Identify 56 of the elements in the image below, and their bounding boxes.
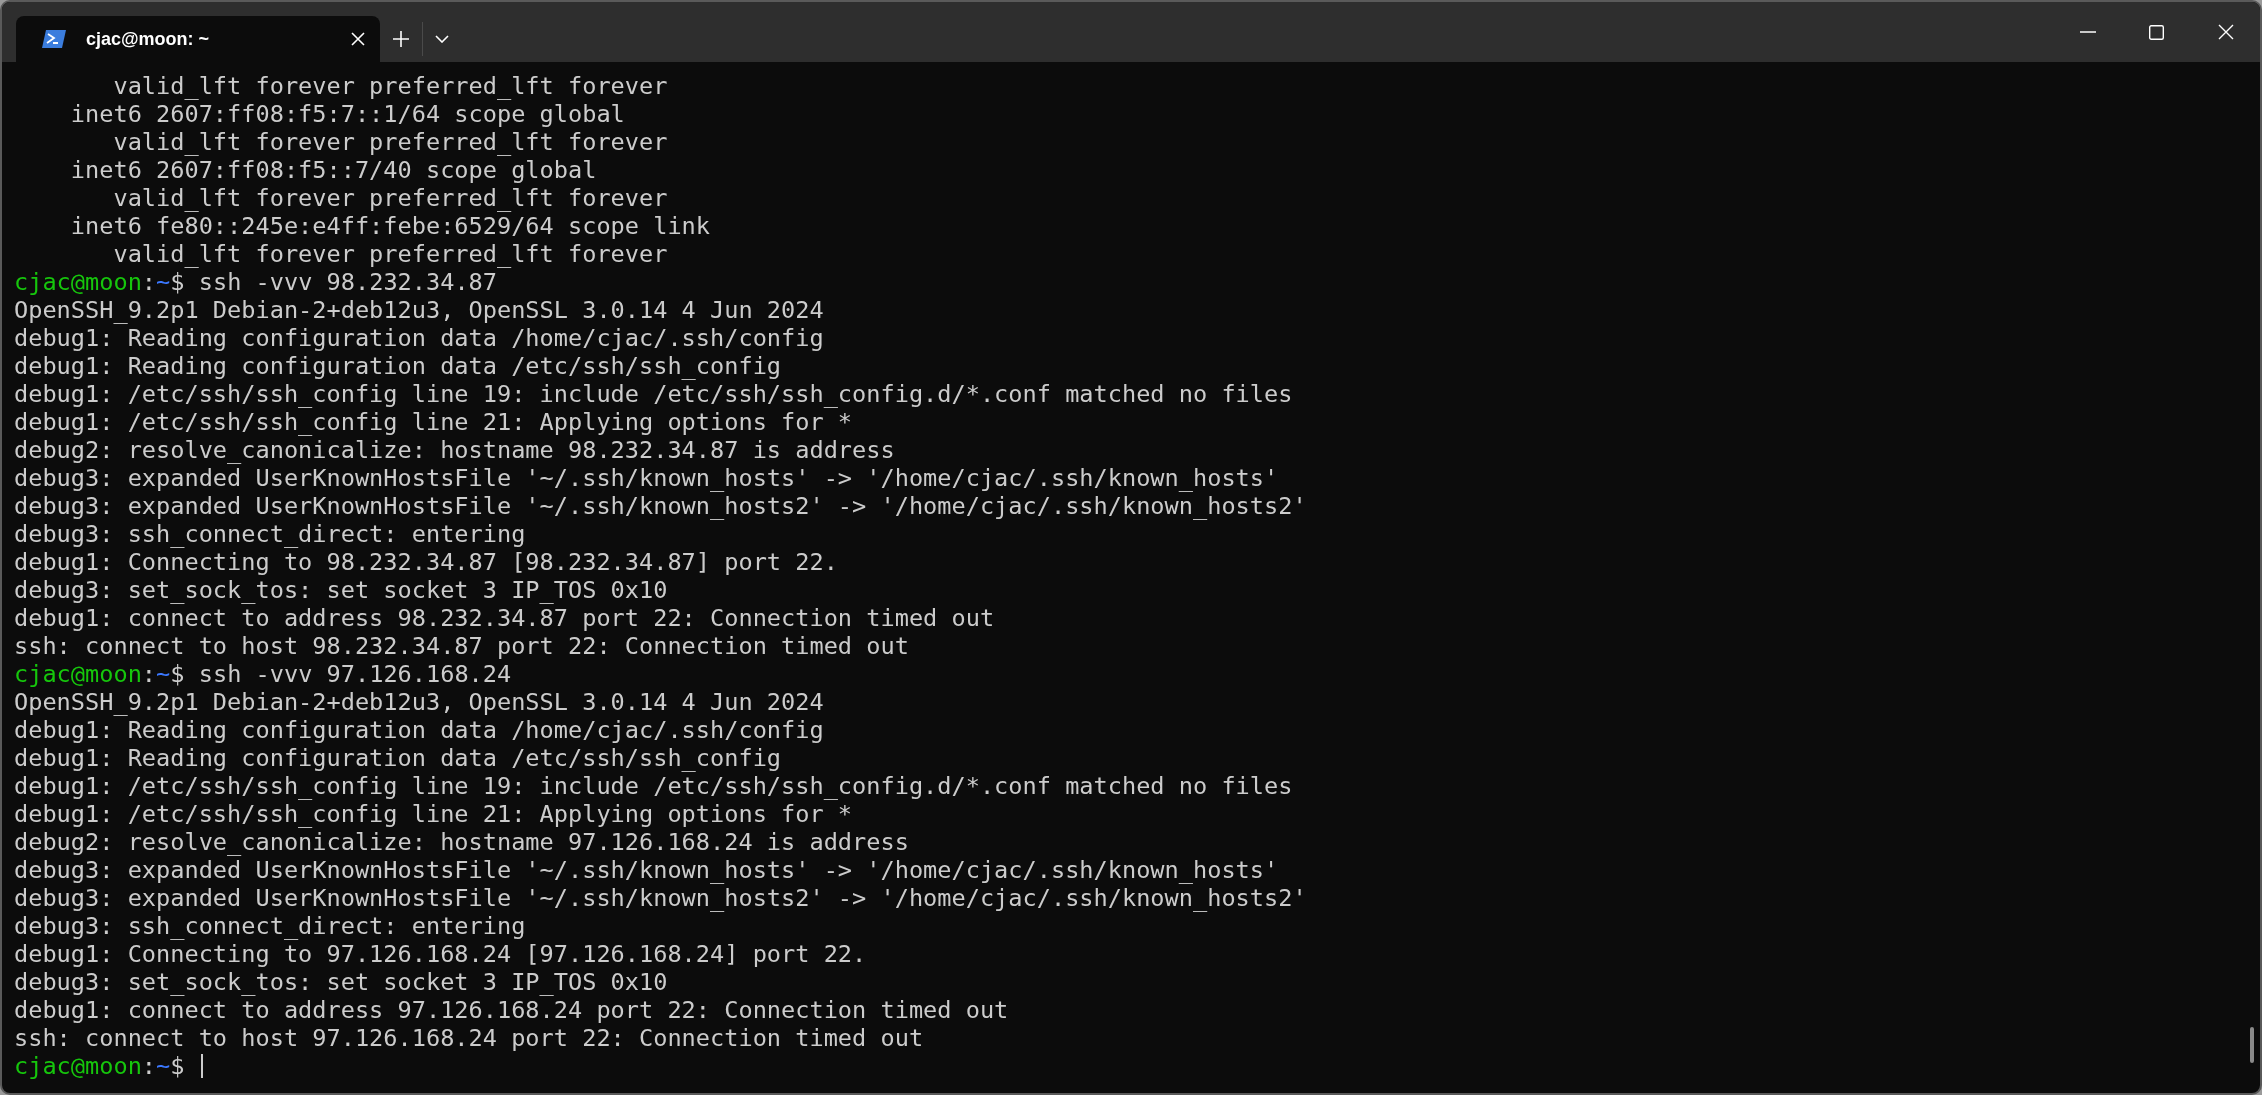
output-line: debug2: resolve_canonicalize: hostname 97.126.168.24 is address (14, 828, 909, 856)
output-line: debug3: ssh_connect_direct: entering (14, 520, 526, 548)
output-line: debug1: /etc/ssh/ssh_config line 21: Applying options for * (14, 408, 853, 436)
output-line: debug3: expanded UserKnownHostsFile '~/.ssh/known_hosts2' -> '/home/cjac/.ssh/known_hosts2' (14, 884, 1307, 912)
output-line: debug1: Reading configuration data /etc/ssh/ssh_config (14, 352, 782, 380)
output-line: debug3: set_sock_tos: set socket 3 IP_TOS 0x10 (14, 576, 668, 604)
prompt-path: ~ (156, 1052, 171, 1080)
output-line: debug2: resolve_canonicalize: hostname 98.232.34.87 is address (14, 436, 895, 464)
output-line: debug3: set_sock_tos: set socket 3 IP_TOS 0x10 (14, 968, 668, 996)
output-line: debug1: Connecting to 97.126.168.24 [97.126.168.24] port 22. (14, 940, 867, 968)
maximize-icon (2149, 24, 2164, 40)
output-line: debug3: ssh_connect_direct: entering (14, 912, 526, 940)
output-line: debug1: Reading configuration data /home/cjac/.ssh/config (14, 324, 824, 352)
prompt-symbol: $ (170, 1052, 185, 1080)
output-line: debug1: /etc/ssh/ssh_config line 19: include /etc/ssh/ssh_config.d/*.conf matched no files (14, 772, 1293, 800)
prompt-symbol: $ (170, 660, 185, 688)
output-line: inet6 2607:ff08:f5:7::1/64 scope global (69, 100, 625, 128)
output-line: inet6 fe80::245e:e4ff:febe:6529/64 scope link (69, 212, 711, 240)
new-tab-icon[interactable] (392, 30, 410, 48)
prompt-user: cjac@moon (14, 268, 142, 296)
output-line: debug1: Connecting to 98.232.34.87 [98.232.34.87] port 22. (14, 548, 838, 576)
output-line: OpenSSH_9.2p1 Debian-2+deb12u3, OpenSSL 3.0.14 4 Jun 2024 (14, 688, 824, 716)
prompt-separator: : (141, 1052, 157, 1080)
powershell-icon (42, 30, 66, 48)
output-line: debug1: /etc/ssh/ssh_config line 19: include /etc/ssh/ssh_config.d/*.conf matched no files (14, 380, 1293, 408)
output-line: ssh: connect to host 97.126.168.24 port 22: Connection timed out (14, 1024, 924, 1052)
output-line: valid_lft forever preferred_lft forever (112, 240, 668, 268)
prompt-symbol: $ (170, 268, 185, 296)
output-line: debug1: connect to address 97.126.168.24 port 22: Connection timed out (14, 996, 1009, 1024)
prompt-separator: : (141, 268, 157, 296)
terminal-tab[interactable]: cjac@moon: ~ (16, 16, 380, 62)
command-text: ssh -vvv 97.126.168.24 (198, 660, 512, 688)
close-tab-icon[interactable] (350, 31, 366, 47)
chevron-down-icon[interactable] (435, 35, 449, 43)
output-line: valid_lft forever preferred_lft forever (112, 128, 668, 156)
command-text: ssh -vvv 98.232.34.87 (198, 268, 498, 296)
prompt-path: ~ (156, 660, 171, 688)
output-line: debug1: Reading configuration data /etc/ssh/ssh_config (14, 744, 782, 772)
output-line: debug3: expanded UserKnownHostsFile '~/.ssh/known_hosts2' -> '/home/cjac/.ssh/known_hosts2' (14, 492, 1307, 520)
output-line: debug1: Reading configuration data /home/cjac/.ssh/config (14, 716, 824, 744)
close-icon (2217, 24, 2234, 40)
output-line: debug1: connect to address 98.232.34.87 port 22: Connection timed out (14, 604, 995, 632)
output-line: valid_lft forever preferred_lft forever (112, 72, 668, 100)
output-line: ssh: connect to host 98.232.34.87 port 22: Connection timed out (14, 632, 909, 660)
output-line: inet6 2607:ff08:f5::7/40 scope global (69, 156, 597, 184)
prompt-path: ~ (156, 268, 171, 296)
output-line: debug3: expanded UserKnownHostsFile '~/.ssh/known_hosts' -> '/home/cjac/.ssh/known_hosts' (14, 464, 1279, 492)
minimize-icon (2079, 31, 2096, 33)
scrollbar-thumb[interactable] (2250, 1027, 2254, 1063)
output-line: OpenSSH_9.2p1 Debian-2+deb12u3, OpenSSL 3.0.14 4 Jun 2024 (14, 296, 824, 324)
output-line: debug3: expanded UserKnownHostsFile '~/.ssh/known_hosts' -> '/home/cjac/.ssh/known_hosts' (14, 856, 1279, 884)
prompt-user: cjac@moon (14, 660, 142, 688)
output-line: valid_lft forever preferred_lft forever (112, 184, 668, 212)
prompt-user: cjac@moon (14, 1052, 142, 1080)
output-line: debug1: /etc/ssh/ssh_config line 21: Applying options for * (14, 800, 853, 828)
prompt-separator: : (141, 660, 157, 688)
